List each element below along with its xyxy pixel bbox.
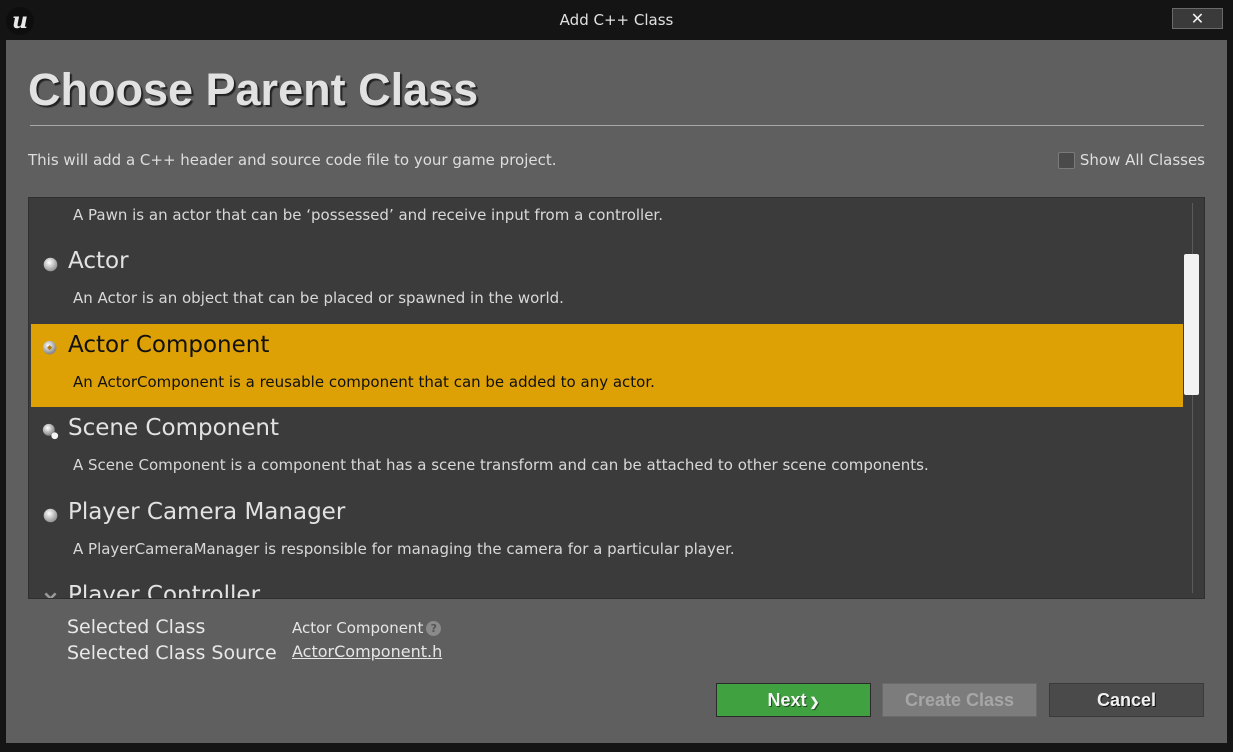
dialog-panel: Choose Parent Class This will add a C++ … bbox=[6, 40, 1227, 743]
parent-class-list[interactable]: A Pawn is an actor that can be ‘possesse… bbox=[28, 197, 1205, 599]
player-controller-icon bbox=[44, 592, 57, 598]
class-name: Player Camera Manager bbox=[68, 499, 346, 525]
selected-class-source-label: Selected Class Source bbox=[67, 642, 277, 664]
class-row-scene-component[interactable]: Scene Component A Scene Component is a c… bbox=[31, 407, 1183, 490]
selected-class-value: Actor Component bbox=[292, 619, 424, 637]
class-row-pawn[interactable]: A Pawn is an actor that can be ‘possesse… bbox=[31, 198, 1183, 240]
camera-manager-icon bbox=[43, 508, 58, 523]
class-row-actor[interactable]: Actor An Actor is an object that can be … bbox=[31, 240, 1183, 323]
window-title: Add C++ Class bbox=[559, 11, 674, 29]
class-description: An ActorComponent is a reusable componen… bbox=[73, 373, 655, 391]
class-description: A Scene Component is a component that ha… bbox=[73, 456, 929, 474]
class-row-player-controller[interactable]: Player Controller bbox=[31, 574, 1183, 599]
selected-class-value-row: Actor Component? bbox=[292, 619, 442, 637]
title-bar: u Add C++ Class ✕ bbox=[0, 0, 1233, 40]
next-button-label: Next bbox=[767, 690, 807, 710]
show-all-classes-checkbox[interactable] bbox=[1057, 151, 1075, 169]
next-button[interactable]: Next ❯ bbox=[716, 683, 871, 717]
create-class-button[interactable]: Create Class bbox=[882, 683, 1037, 717]
class-name: Actor bbox=[68, 248, 129, 274]
class-name: Actor Component bbox=[68, 332, 270, 358]
chevron-right-icon: ❯ bbox=[809, 695, 820, 709]
actor-sphere-icon bbox=[43, 257, 58, 272]
show-all-classes-label: Show All Classes bbox=[1079, 151, 1205, 169]
close-icon: ✕ bbox=[1190, 9, 1205, 28]
scrollbar-thumb[interactable] bbox=[1184, 254, 1199, 395]
title-divider bbox=[30, 125, 1204, 126]
class-description: A PlayerCameraManager is responsible for… bbox=[73, 540, 735, 558]
class-name: Player Controller bbox=[68, 582, 261, 599]
actor-component-icon bbox=[42, 340, 57, 355]
help-icon[interactable]: ? bbox=[426, 621, 442, 636]
class-row-player-camera-manager[interactable]: Player Camera Manager A PlayerCameraMana… bbox=[31, 491, 1183, 574]
class-name: Scene Component bbox=[68, 415, 279, 441]
class-row-actor-component[interactable]: Actor Component An ActorComponent is a r… bbox=[31, 324, 1183, 407]
page-title: Choose Parent Class bbox=[28, 64, 479, 115]
class-description: A Pawn is an actor that can be ‘possesse… bbox=[73, 206, 663, 224]
dialog-description: This will add a C++ header and source co… bbox=[28, 151, 557, 169]
scene-component-icon bbox=[42, 423, 59, 440]
selected-class-source-link[interactable]: ActorComponent.h bbox=[292, 642, 442, 661]
selected-class-label: Selected Class bbox=[67, 616, 206, 638]
class-description: An Actor is an object that can be placed… bbox=[73, 289, 564, 307]
cancel-button[interactable]: Cancel bbox=[1049, 683, 1204, 717]
close-button[interactable]: ✕ bbox=[1172, 8, 1223, 29]
show-all-classes-toggle[interactable]: Show All Classes bbox=[1057, 151, 1205, 169]
